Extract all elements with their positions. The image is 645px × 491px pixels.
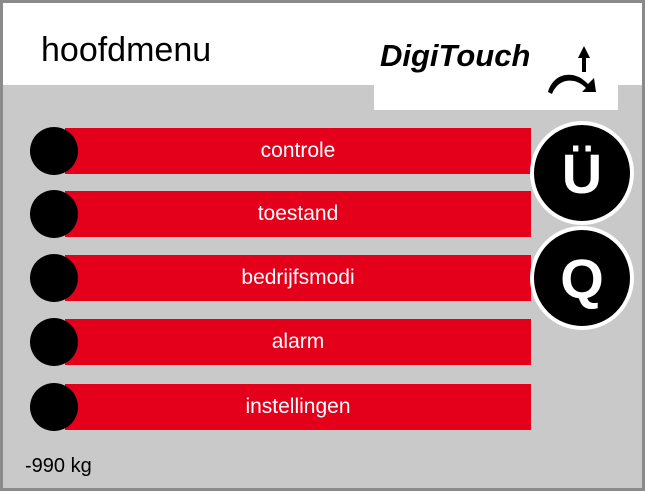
logo-text: DigiTouch — [380, 38, 531, 73]
circle-bullet-icon — [30, 127, 78, 175]
menu-button-label: controle — [260, 139, 336, 162]
circle-bullet-icon — [30, 318, 78, 366]
hmi-screen: hoofdmenu DigiTouch controle toestand be… — [0, 0, 645, 491]
weight-readout: -990 kg — [25, 455, 92, 477]
menu-button-bedrijfsmodi[interactable]: bedrijfsmodi — [65, 255, 531, 301]
digitouch-swoosh-icon — [548, 46, 596, 94]
menu-button-toestand[interactable]: toestand — [65, 191, 531, 237]
q-button[interactable]: Q — [530, 226, 634, 330]
digitouch-logo: DigiTouch — [374, 28, 618, 110]
page-title: hoofdmenu — [41, 31, 212, 69]
menu-button-alarm[interactable]: alarm — [65, 319, 531, 365]
menu-button-controle[interactable]: controle — [65, 128, 531, 174]
menu-button-instellingen[interactable]: instellingen — [65, 384, 531, 430]
q-label: Q — [560, 246, 604, 310]
circle-bullet-icon — [30, 254, 78, 302]
circle-bullet-icon — [30, 383, 78, 431]
menu-button-label: instellingen — [245, 395, 351, 418]
menu-button-label: bedrijfsmodi — [241, 266, 355, 289]
umlaut-u-button[interactable]: Ü — [530, 121, 634, 225]
menu-button-label: alarm — [271, 330, 325, 353]
menu-button-label: toestand — [257, 202, 339, 225]
circle-bullet-icon — [30, 190, 78, 238]
umlaut-u-label: Ü — [561, 141, 603, 205]
